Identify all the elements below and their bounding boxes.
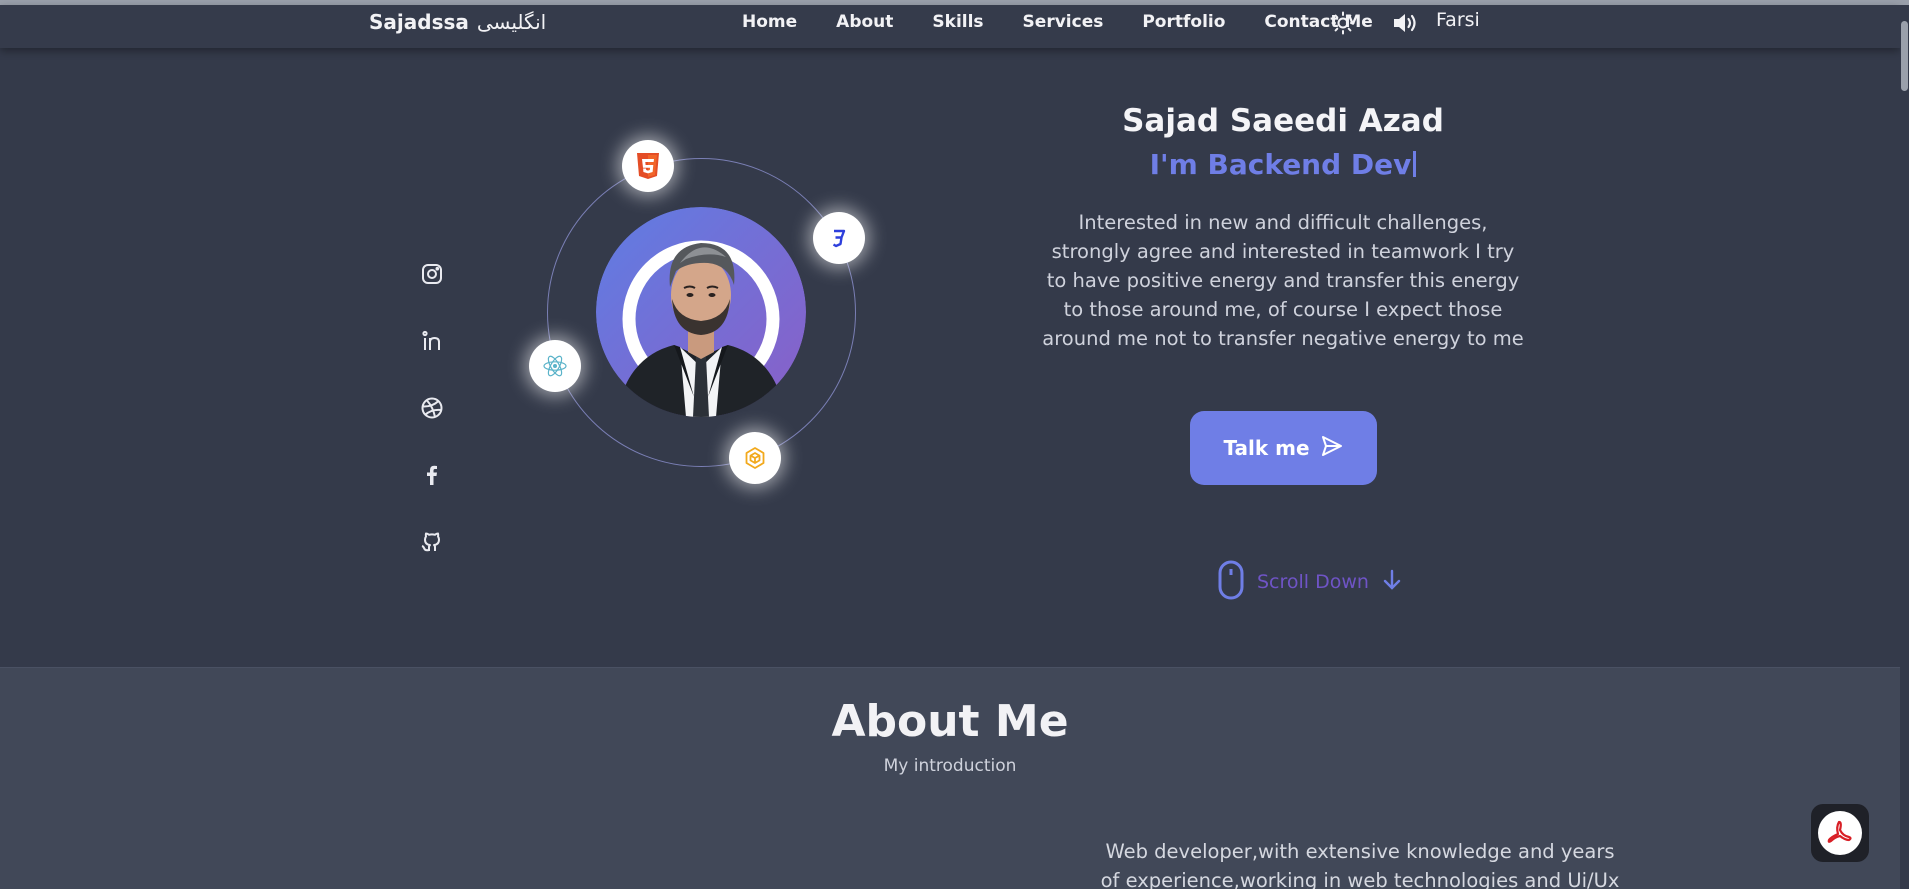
talk-me-button[interactable]: Talk me — [1190, 411, 1377, 485]
scrollbar-thumb[interactable] — [1901, 21, 1908, 91]
scrollbar[interactable] — [1900, 5, 1909, 889]
nav-services[interactable]: Services — [1023, 12, 1104, 32]
avatar — [596, 207, 806, 417]
hero-role-text: I'm Backend Dev — [1149, 148, 1412, 181]
about-section: About Me My introduction Web developer,w… — [0, 667, 1900, 889]
hero-role: I'm Backend Dev — [1060, 148, 1506, 181]
css3-icon — [813, 212, 865, 264]
nav-home[interactable]: Home — [742, 12, 797, 32]
language-toggle[interactable]: Farsi — [1436, 9, 1480, 31]
hero-description: Interested in new and difficult challeng… — [1042, 211, 1524, 350]
brand-farsi: انگلیسی — [476, 10, 547, 34]
nav-skills[interactable]: Skills — [932, 12, 983, 32]
brand-name: Sajadssa — [369, 10, 469, 34]
scroll-down-label: Scroll Down — [1257, 571, 1369, 593]
instagram-icon[interactable] — [420, 262, 444, 286]
facebook-icon[interactable] — [420, 463, 444, 487]
scroll-down-link[interactable]: Scroll Down — [1217, 560, 1403, 604]
nav-links: Home About Skills Services Portfolio Con… — [742, 12, 1412, 32]
github-icon[interactable] — [420, 530, 444, 554]
navbar: Sajadssa انگلیسی Home About Skills Servic… — [0, 5, 1900, 48]
about-description: Web developer,with extensive knowledge a… — [1100, 840, 1620, 889]
react-icon — [529, 340, 581, 392]
webpack-icon — [729, 432, 781, 484]
about-subtitle: My introduction — [883, 756, 1017, 776]
hero-name: Sajad Saeedi Azad — [1122, 103, 1444, 139]
nav-portfolio[interactable]: Portfolio — [1142, 12, 1225, 32]
nav-about[interactable]: About — [836, 12, 893, 32]
dribbble-icon[interactable] — [420, 396, 444, 420]
arrow-down-icon — [1381, 569, 1403, 595]
typing-caret — [1413, 151, 1417, 177]
about-title: About Me — [831, 696, 1069, 747]
sun-icon[interactable] — [1331, 11, 1355, 35]
pdf-download-button[interactable] — [1811, 804, 1869, 862]
mouse-icon — [1217, 560, 1245, 604]
brand-logo[interactable]: Sajadssa انگلیسی — [369, 10, 546, 34]
nav-contact[interactable]: Contact Me — [1264, 12, 1372, 32]
html5-icon — [622, 140, 674, 192]
talk-me-label: Talk me — [1223, 436, 1310, 460]
pdf-icon — [1818, 811, 1862, 855]
social-links — [420, 262, 444, 597]
linkedin-icon[interactable] — [420, 329, 444, 353]
send-icon — [1320, 434, 1344, 463]
speaker-icon[interactable] — [1391, 11, 1419, 35]
